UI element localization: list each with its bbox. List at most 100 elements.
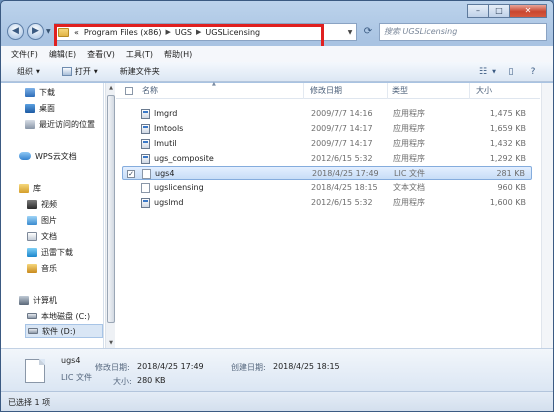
file-size: 1,475 KB — [489, 109, 526, 118]
organize-button[interactable]: 组织 ▼ — [17, 66, 40, 77]
close-button[interactable]: ✕ — [509, 4, 547, 18]
nav-label: 库 — [33, 183, 41, 193]
select-all-checkbox[interactable] — [125, 87, 133, 95]
file-type: 应用程序 — [393, 198, 425, 207]
details-created-value: 2018/4/25 18:15 — [273, 362, 340, 371]
menu-file[interactable]: 文件(F) — [11, 49, 38, 60]
details-modified-label: 修改日期: — [95, 363, 130, 372]
file-date: 2012/6/15 5:32 — [311, 154, 373, 163]
nav-downloads[interactable]: 下载 — [25, 85, 55, 99]
menu-view[interactable]: 查看(V) — [87, 49, 115, 60]
row-checkbox[interactable]: ✓ — [127, 170, 135, 178]
preview-pane-icon[interactable]: ▯ — [503, 66, 519, 78]
view-dropdown-icon[interactable]: ▼ — [491, 66, 497, 78]
nav-wps-cloud[interactable]: WPS云文档 — [19, 149, 77, 163]
file-name: lmutil — [154, 139, 177, 148]
scroll-up-icon[interactable]: ▲ — [106, 83, 116, 93]
nav-videos[interactable]: 视频 — [27, 197, 57, 211]
minimize-button[interactable]: – — [467, 4, 489, 18]
file-name: lmtools — [154, 124, 184, 133]
column-size[interactable]: 大小 — [472, 83, 538, 99]
computer-icon — [19, 295, 29, 305]
nav-label: 音乐 — [41, 263, 57, 273]
forward-arrow-icon: ▶ — [32, 26, 39, 36]
forward-button[interactable]: ▶ — [27, 23, 44, 40]
column-date[interactable]: 修改日期 — [306, 83, 388, 99]
file-row-selected[interactable]: ✓ ugs4 2018/4/25 17:49 LIC 文件 281 KB — [122, 166, 532, 180]
text-file-icon — [141, 183, 150, 193]
file-row[interactable]: lmtools 2009/7/7 14:17 应用程序 1,659 KB — [122, 122, 532, 136]
chevron-down-icon: ▼ — [93, 68, 98, 75]
nav-music[interactable]: 音乐 — [27, 261, 57, 275]
file-type: 文本文档 — [393, 183, 425, 192]
documents-icon — [27, 231, 37, 241]
file-list-scrollbar[interactable] — [541, 83, 553, 348]
nav-computer[interactable]: 计算机 — [19, 293, 57, 307]
file-type: 应用程序 — [393, 109, 425, 118]
nav-label: 桌面 — [39, 103, 55, 113]
file-name: ugslmd — [154, 198, 184, 207]
address-dropdown-icon[interactable]: ▼ — [344, 29, 356, 36]
command-bar: 组织 ▼ 打开 ▼ 新建文件夹 ☷ ▼ ▯ ? — [1, 62, 553, 82]
open-button[interactable]: 打开 ▼ — [61, 66, 98, 77]
file-row[interactable]: lmgrd 2009/7/7 14:16 应用程序 1,475 KB — [122, 107, 532, 121]
library-icon — [19, 183, 29, 193]
file-type: 应用程序 — [393, 124, 425, 133]
file-type: 应用程序 — [393, 154, 425, 163]
open-file-icon — [61, 67, 72, 76]
nav-label: 迅雷下载 — [41, 247, 73, 257]
navigation-scrollbar[interactable]: ▲ ▼ — [105, 83, 115, 348]
nav-xunlei[interactable]: 迅雷下载 — [27, 245, 73, 259]
new-folder-button[interactable]: 新建文件夹 — [120, 66, 160, 77]
file-row[interactable]: ugslmd 2012/6/15 5:32 应用程序 1,600 KB — [122, 196, 532, 210]
search-input[interactable]: 搜索 UGSLicensing — [379, 23, 547, 41]
refresh-button[interactable]: ⟳ — [359, 23, 377, 41]
recent-pages-dropdown-icon[interactable]: ▼ — [46, 28, 51, 35]
file-row[interactable]: ugslicensing 2018/4/25 18:15 文本文档 960 KB — [122, 181, 532, 195]
nav-documents[interactable]: 文档 — [27, 229, 57, 243]
file-row[interactable]: lmutil 2009/7/7 14:17 应用程序 1,432 KB — [122, 137, 532, 151]
application-icon — [141, 109, 150, 119]
column-name[interactable]: 名称 — [138, 83, 304, 99]
file-row[interactable]: ugs_composite 2012/6/15 5:32 应用程序 1,292 … — [122, 152, 532, 166]
file-size: 1,659 KB — [489, 124, 526, 133]
file-size: 1,432 KB — [489, 139, 526, 148]
scroll-down-icon[interactable]: ▼ — [106, 338, 116, 348]
nav-label: 文档 — [41, 231, 57, 241]
help-icon[interactable]: ? — [525, 66, 541, 78]
details-size-value: 280 KB — [137, 376, 166, 385]
file-name: ugs_composite — [154, 154, 214, 163]
menu-edit[interactable]: 编辑(E) — [49, 49, 76, 60]
scroll-thumb[interactable] — [107, 95, 115, 323]
application-icon — [141, 124, 150, 134]
nav-desktop[interactable]: 桌面 — [25, 101, 55, 115]
nav-pictures[interactable]: 图片 — [27, 213, 57, 227]
file-date: 2012/6/15 5:32 — [311, 198, 373, 207]
details-modified-value: 2018/4/25 17:49 — [137, 362, 204, 371]
navigation-pane: 下载 桌面 最近访问的位置 WPS云文档 库 视频 图片 文档 迅雷下载 音乐 … — [1, 83, 104, 348]
menu-tools[interactable]: 工具(T) — [126, 49, 153, 60]
menu-help[interactable]: 帮助(H) — [164, 49, 192, 60]
menu-bar: 文件(F) 编辑(E) 查看(V) 工具(T) 帮助(H) — [1, 46, 553, 62]
change-view-icon[interactable]: ☷ — [475, 66, 491, 78]
nav-library[interactable]: 库 — [19, 181, 41, 195]
nav-recent[interactable]: 最近访问的位置 — [25, 117, 95, 131]
nav-label: 计算机 — [33, 295, 57, 305]
application-icon — [141, 198, 150, 208]
status-bar: 已选择 1 项 — [1, 391, 553, 411]
nav-drive-c[interactable]: 本地磁盘 (C:) — [27, 309, 90, 323]
download-icon — [25, 87, 35, 97]
back-arrow-icon: ◀ — [12, 26, 19, 36]
maximize-button[interactable]: □ — [488, 4, 510, 18]
file-size: 281 KB — [496, 169, 525, 178]
details-pane: ugs4 LIC 文件 修改日期: 2018/4/25 17:49 创建日期: … — [1, 348, 553, 391]
lic-file-icon — [142, 169, 151, 179]
file-type: 应用程序 — [393, 139, 425, 148]
back-button[interactable]: ◀ — [7, 23, 24, 40]
nav-drive-d[interactable]: 软件 (D:) — [25, 324, 103, 338]
column-type[interactable]: 类型 — [388, 83, 470, 99]
explorer-window: – □ ✕ ◀ ▶ ▼ « Program Files (x86) ▶ UGS … — [0, 0, 554, 412]
details-size-label: 大小: — [113, 377, 132, 386]
application-icon — [141, 139, 150, 149]
music-icon — [27, 263, 37, 273]
